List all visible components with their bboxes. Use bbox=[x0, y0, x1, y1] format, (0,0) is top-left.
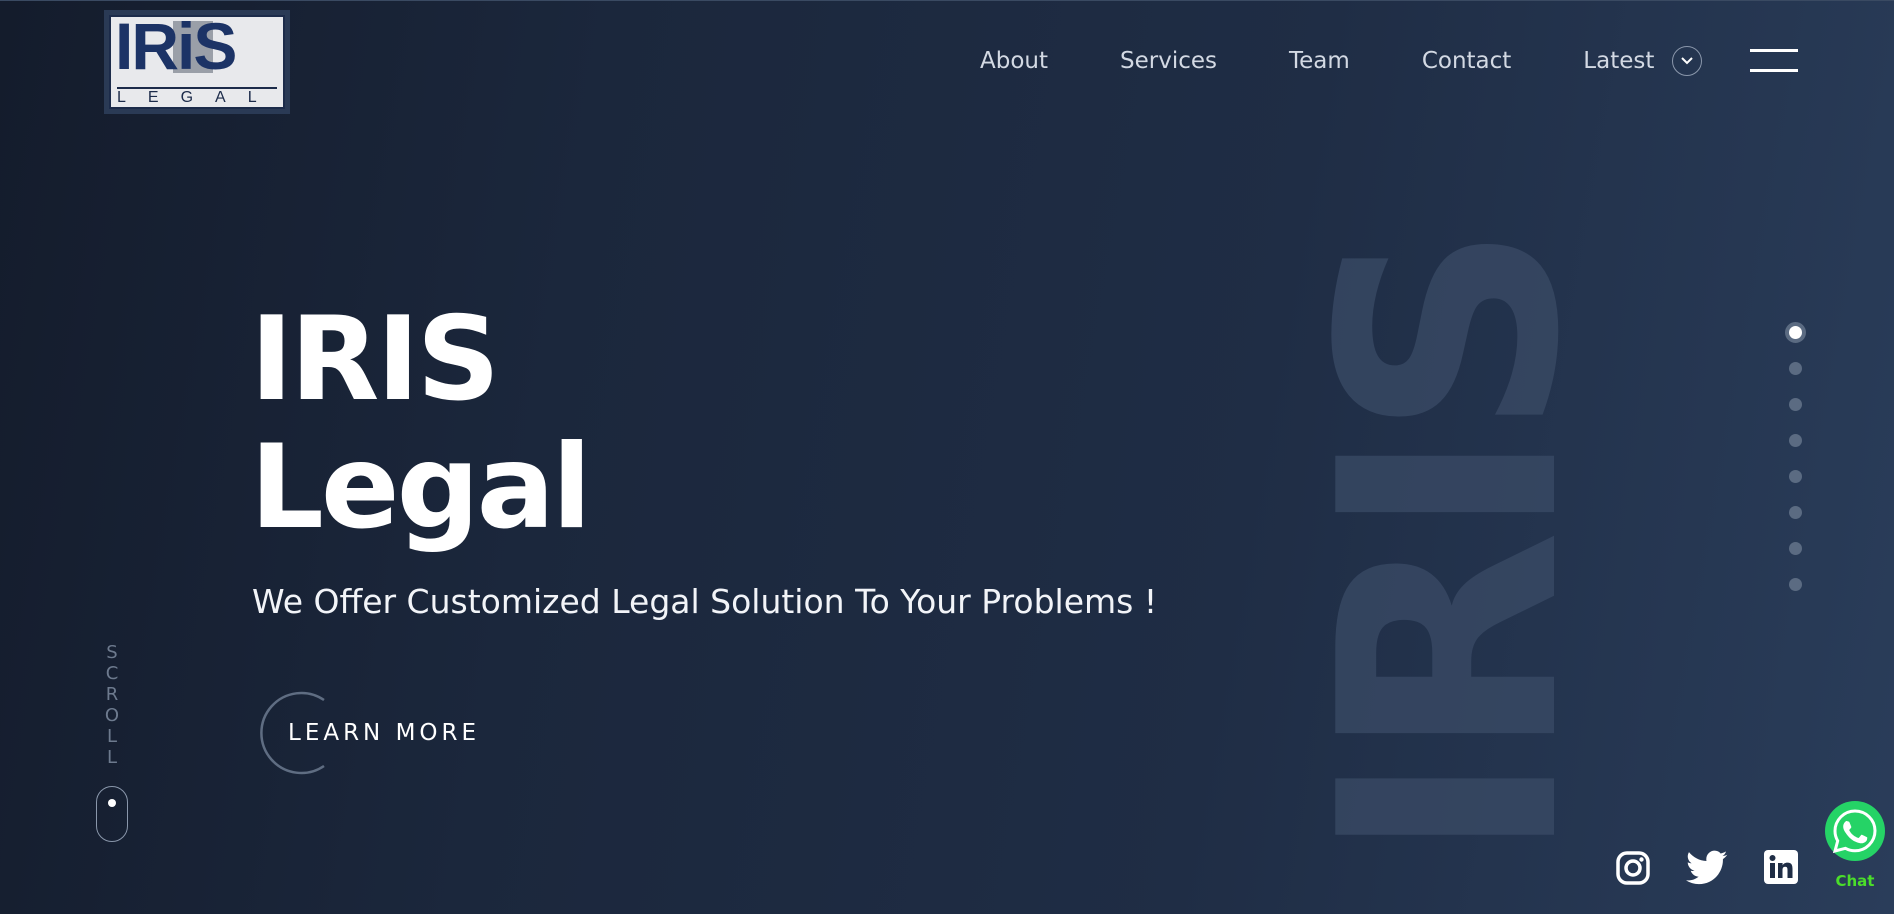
hero-title: IRIS Legal bbox=[250, 296, 592, 555]
iris-legal-logo[interactable]: IRiS LEGAL bbox=[104, 10, 290, 114]
pagination-dot[interactable] bbox=[1789, 578, 1802, 591]
hero-title-line1: IRIS bbox=[250, 292, 500, 427]
linkedin-icon[interactable] bbox=[1764, 850, 1798, 884]
logo-wordmark: IRiS bbox=[115, 15, 237, 83]
learn-more-button[interactable]: LEARN MORE bbox=[252, 690, 532, 776]
top-border bbox=[0, 0, 1894, 1]
chat-label: Chat bbox=[1835, 872, 1875, 890]
scroll-mouse-icon[interactable] bbox=[96, 786, 128, 842]
pagination-dot[interactable] bbox=[1789, 398, 1802, 411]
nav-latest-dropdown[interactable]: Latest bbox=[1583, 46, 1703, 76]
logo-subtext: LEGAL bbox=[117, 89, 279, 106]
menu-icon[interactable] bbox=[1750, 49, 1800, 73]
twitter-icon[interactable] bbox=[1686, 850, 1728, 886]
hero-title-line2: Legal bbox=[250, 420, 592, 555]
pagination-dot[interactable] bbox=[1789, 434, 1802, 447]
pagination-dot[interactable] bbox=[1785, 322, 1806, 343]
nav-contact[interactable]: Contact bbox=[1422, 48, 1511, 74]
main-nav: About Services Team Contact Latest bbox=[980, 46, 1703, 76]
nav-latest-label: Latest bbox=[1583, 48, 1655, 74]
nav-team[interactable]: Team bbox=[1289, 48, 1350, 74]
whatsapp-chat-icon[interactable] bbox=[1824, 800, 1886, 862]
pagination-dot[interactable] bbox=[1789, 470, 1802, 483]
nav-services[interactable]: Services bbox=[1120, 48, 1217, 74]
instagram-icon[interactable] bbox=[1615, 850, 1651, 886]
learn-more-label: LEARN MORE bbox=[288, 720, 481, 746]
chevron-down-icon[interactable] bbox=[1672, 46, 1703, 76]
pagination-dot[interactable] bbox=[1789, 506, 1802, 519]
scroll-label: S C R O L L bbox=[104, 642, 120, 768]
background-watermark: IRIS bbox=[1320, 232, 1582, 863]
pagination-dot[interactable] bbox=[1789, 542, 1802, 555]
pagination-dot[interactable] bbox=[1789, 362, 1802, 375]
nav-about[interactable]: About bbox=[980, 48, 1048, 74]
hero-subtitle: We Offer Customized Legal Solution To Yo… bbox=[252, 582, 1158, 621]
